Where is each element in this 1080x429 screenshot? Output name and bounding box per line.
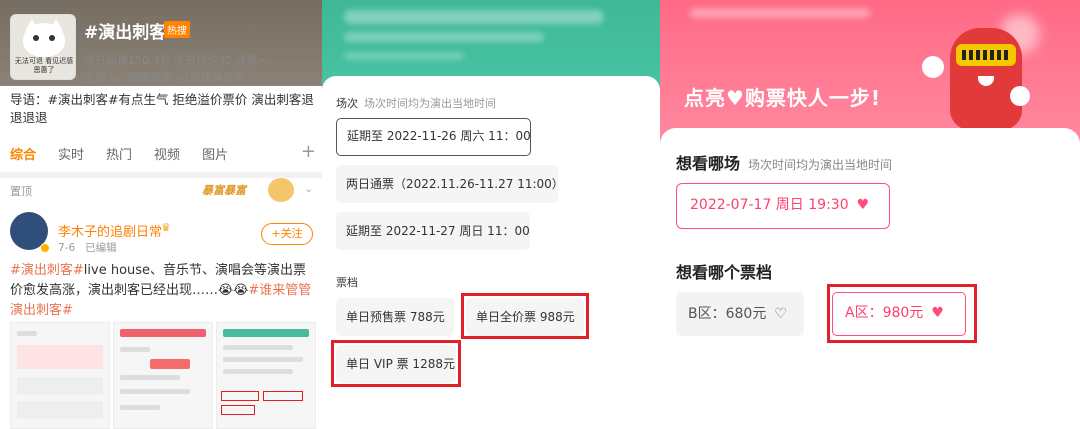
mascot-hand bbox=[922, 56, 944, 78]
tab-popular[interactable]: 热门 bbox=[106, 144, 132, 170]
post-image-1[interactable] bbox=[10, 322, 110, 429]
tier-title: 票档 bbox=[336, 276, 358, 289]
chevron-down-icon[interactable]: ⌄ bbox=[304, 182, 313, 195]
date-option[interactable]: 2022-07-17 周日 19:30 ♥ bbox=[676, 183, 890, 229]
edited-label: 已编辑 bbox=[85, 242, 117, 254]
session-option-2[interactable]: 两日通票（2022.11.26-11.27 11:00） bbox=[336, 165, 564, 203]
verified-badge-icon bbox=[40, 243, 50, 253]
hot-badge: 热搜 bbox=[164, 21, 190, 38]
show-title: 想看哪场 bbox=[676, 154, 741, 173]
tier-option-presale[interactable]: 单日预售票 788元 bbox=[336, 298, 454, 336]
highlight-box-zone-a bbox=[827, 284, 977, 343]
slogan-part-1: 点亮 bbox=[684, 86, 726, 110]
user-name[interactable]: 李木子的追剧日常 bbox=[58, 221, 162, 240]
tab-realtime[interactable]: 实时 bbox=[58, 144, 84, 170]
session-option-3[interactable]: 延期至 2022-11-27 周日 11：00 bbox=[336, 212, 530, 250]
session-option-1[interactable]: 延期至 2022-11-26 周六 11：00 bbox=[336, 118, 531, 156]
sticker-text: 暴富暴富 bbox=[202, 184, 246, 197]
tier-title: 想看哪个票档 bbox=[676, 263, 773, 282]
post-meta: 7-6 已编辑 bbox=[58, 240, 117, 255]
promo-slogan: 点亮♥购票快人一步! bbox=[684, 82, 881, 111]
ticket-select-panel-green: 场次 场次时间均为演出当地时间 延期至 2022-11-26 周六 11：00 两… bbox=[322, 0, 660, 429]
heart-outline-icon: ♡ bbox=[774, 306, 787, 322]
post-image-2[interactable] bbox=[113, 322, 213, 429]
post-date: 7-6 bbox=[58, 242, 76, 254]
sticker-image: 暴富暴富 bbox=[196, 178, 296, 206]
topic-lead: 导语：#演出刺客#有点生气 拒绝溢价票价 演出刺客退退退退 bbox=[10, 92, 314, 125]
heart-icon: ♥ bbox=[726, 86, 745, 110]
show-subtitle: 场次时间均为演出当地时间 bbox=[748, 158, 893, 172]
session-subtitle: 场次时间均为演出当地时间 bbox=[364, 97, 496, 110]
topic-host: 主持人：剧耀娱乐 | 1家媒体发布 bbox=[84, 71, 245, 84]
tab-video[interactable]: 视频 bbox=[154, 144, 180, 170]
topic-cover-image: 无法可退 看见迟感恩惠了 bbox=[10, 14, 76, 80]
zone-b-label: B区：680元 bbox=[688, 306, 767, 322]
add-tab-icon[interactable]: + bbox=[301, 141, 316, 162]
zone-b-option[interactable]: B区：680元 ♡ bbox=[676, 292, 804, 336]
cover-caption: 无法可退 看见迟感恩惠了 bbox=[14, 57, 74, 74]
post-image-3[interactable] bbox=[216, 322, 316, 429]
session-section-title: 场次 场次时间均为演出当地时间 bbox=[336, 95, 496, 111]
session-title: 场次 bbox=[336, 97, 358, 110]
post-text: #演出刺客#live house、音乐节、演唱会等演出票价愈发高涨，演出刺客已经… bbox=[10, 261, 316, 321]
tab-images[interactable]: 图片 bbox=[202, 144, 228, 170]
tab-comprehensive[interactable]: 综合 bbox=[10, 144, 36, 176]
mascot-glasses bbox=[956, 44, 1016, 66]
highlight-box-fullprice bbox=[461, 293, 589, 339]
pinned-label: 置顶 bbox=[10, 185, 32, 198]
date-label: 2022-07-17 周日 19:30 bbox=[690, 197, 849, 213]
highlight-box-vip bbox=[331, 340, 461, 387]
tier-section-title: 想看哪个票档 bbox=[676, 259, 772, 283]
show-section-title: 想看哪场 场次时间均为演出当地时间 bbox=[676, 150, 892, 174]
sticker-cat-icon bbox=[268, 178, 294, 202]
topic-tabs: 综合 实时 热门 视频 图片 + bbox=[10, 141, 316, 176]
tier-section-title: 票档 bbox=[336, 274, 358, 290]
slogan-part-2: 购票快人一步! bbox=[744, 86, 882, 110]
heart-icon: ♥ bbox=[856, 197, 870, 213]
weibo-topic-panel: 无法可退 看见迟感恩惠了 #演出刺客# 热搜 今日阅读150.3万 今日讨论32… bbox=[0, 0, 322, 429]
ticket-select-panel-pink: 点亮♥购票快人一步! 想看哪场 场次时间均为演出当地时间 2022-07-17 周… bbox=[660, 0, 1080, 429]
follow-button[interactable]: +关注 bbox=[261, 223, 313, 245]
post-images bbox=[10, 322, 316, 429]
post-hashtag-1[interactable]: #演出刺客# bbox=[10, 263, 84, 278]
crown-icon: ♛ bbox=[161, 221, 171, 234]
topic-stats[interactable]: 今日阅读150.3万 今日讨论32 详情> bbox=[84, 52, 267, 68]
